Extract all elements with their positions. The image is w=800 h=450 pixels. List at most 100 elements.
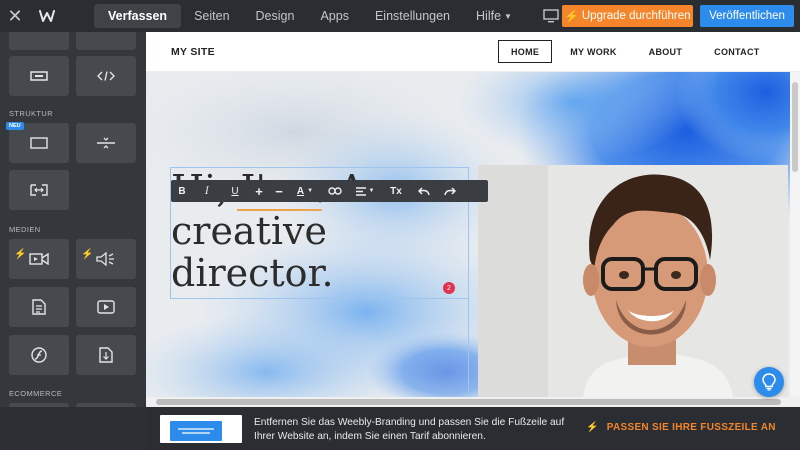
embed-code-element-tile[interactable] — [76, 56, 136, 96]
audio-icon — [96, 252, 114, 266]
publish-label: Veröffentlichen — [709, 10, 785, 22]
bolt-icon: ⚡ — [81, 249, 94, 260]
divider-icon — [97, 137, 115, 149]
tab-hilfe[interactable]: Hilfe ▼ — [463, 4, 525, 28]
button-element-tile[interactable] — [9, 56, 69, 96]
text-color-icon: A — [296, 185, 305, 197]
chevron-down-icon: ▼ — [504, 11, 512, 21]
site-nav-home[interactable]: HOME — [498, 40, 553, 63]
product-grid-element-tile[interactable] — [9, 403, 69, 407]
redo-button[interactable] — [437, 180, 463, 202]
site-nav-my-work[interactable]: MY WORK — [554, 40, 632, 63]
lightbulb-icon — [762, 373, 776, 391]
document-element-tile[interactable] — [9, 287, 69, 327]
bolt-icon: ⚡ — [564, 11, 579, 23]
clear-format-button[interactable]: Tx — [381, 180, 411, 202]
close-icon[interactable]: ✕ — [0, 0, 30, 32]
weebly-editor: ✕ Verfassen Seiten Design Apps Einstellu… — [0, 0, 800, 450]
youtube-element-tile[interactable] — [76, 287, 136, 327]
hero-section[interactable]: Hi, I'm . A creative director. 2 B I U +… — [146, 72, 800, 397]
section-icon — [30, 137, 48, 149]
monitor-icon — [543, 9, 559, 23]
chevron-down-icon: ▼ — [368, 188, 375, 194]
site-nav-about[interactable]: ABOUT — [633, 40, 699, 63]
flash-icon — [31, 347, 47, 363]
italic-button[interactable]: I — [193, 180, 221, 202]
file-download-element-tile[interactable] — [76, 335, 136, 375]
bolt-icon: ⚡ — [586, 422, 599, 433]
redo-icon — [444, 186, 456, 195]
customize-footer-label: PASSEN SIE IHRE FUSSZEILE AN — [606, 422, 776, 433]
product-list-element-tile[interactable] — [76, 403, 136, 407]
youtube-icon — [97, 300, 115, 314]
increase-size-button[interactable]: + — [249, 180, 269, 202]
notification-badge[interactable]: 2 — [443, 282, 455, 294]
link-icon — [328, 187, 342, 195]
tab-label: Seiten — [194, 9, 230, 23]
site-nav-contact[interactable]: CONTACT — [698, 40, 775, 63]
video-icon — [29, 253, 49, 265]
chevron-down-icon: ▼ — [307, 188, 314, 194]
element-tile[interactable] — [76, 32, 136, 50]
element-sidebar: STRUKTUR NEU MEDIEN ⚡ ⚡ ECOMMERCE — [0, 32, 146, 407]
tab-apps[interactable]: Apps — [307, 4, 362, 28]
publish-button[interactable]: Veröffentlichen — [700, 5, 794, 27]
underline-icon: U — [231, 185, 239, 197]
undo-button[interactable] — [411, 180, 437, 202]
bold-icon: B — [178, 185, 186, 197]
tab-label: Design — [255, 9, 295, 23]
section-label-struktur: STRUKTUR — [9, 109, 54, 118]
vertical-scroll-thumb[interactable] — [792, 82, 798, 172]
document-icon — [32, 299, 46, 315]
site-canvas: MY SITE HOME MY WORK ABOUT CONTACT creat… — [146, 32, 800, 407]
flash-element-tile[interactable] — [9, 335, 69, 375]
minus-icon: − — [275, 183, 283, 199]
align-button[interactable]: ▼ — [349, 180, 381, 202]
upgrade-button[interactable]: ⚡ Upgrade durchführen — [562, 5, 693, 27]
audio-element-tile[interactable]: ⚡ — [76, 239, 136, 279]
decrease-size-button[interactable]: − — [269, 180, 289, 202]
hero-line: creative — [171, 209, 327, 253]
link-button[interactable] — [321, 180, 349, 202]
tab-einstellungen[interactable]: Einstellungen — [362, 4, 463, 28]
button-icon — [30, 71, 48, 81]
section-label-ecommerce: ECOMMERCE — [9, 389, 63, 398]
tab-design[interactable]: Design — [243, 4, 308, 28]
spacer-icon — [30, 184, 48, 196]
site-title[interactable]: MY SITE — [171, 46, 215, 58]
branding-message: Entfernen Sie das Weebly-Branding und pa… — [254, 417, 565, 442]
plus-icon: + — [255, 183, 263, 199]
tab-label: Apps — [320, 9, 349, 23]
tab-label: Verfassen — [108, 9, 168, 23]
tab-verfassen[interactable]: Verfassen — [94, 4, 182, 28]
element-tile[interactable] — [9, 32, 69, 50]
italic-icon: I — [205, 185, 209, 197]
align-left-icon — [355, 186, 366, 196]
portrait-image[interactable] — [478, 165, 788, 397]
section-label-medien: MEDIEN — [9, 225, 41, 234]
upgrade-label: Upgrade durchführen — [581, 10, 691, 22]
customize-footer-link[interactable]: ⚡ PASSEN SIE IHRE FUSSZEILE AN — [586, 422, 776, 433]
horizontal-scroll-thumb[interactable] — [156, 399, 781, 405]
bold-button[interactable]: B — [171, 180, 193, 202]
divider-element-tile[interactable] — [76, 123, 136, 163]
tab-seiten[interactable]: Seiten — [181, 4, 242, 28]
help-tips-button[interactable] — [754, 367, 784, 397]
text-format-toolbar: B I U + − A ▼ ▼ Tx — [171, 180, 488, 202]
branding-banner: Entfernen Sie das Weebly-Branding und pa… — [146, 407, 800, 450]
weebly-logo-icon[interactable] — [30, 0, 64, 32]
hero-line: director. — [171, 251, 334, 295]
embed-code-icon — [97, 71, 115, 81]
top-bar: ✕ Verfassen Seiten Design Apps Einstellu… — [0, 0, 800, 32]
text-color-button[interactable]: A ▼ — [289, 180, 321, 202]
underline-button[interactable]: U — [221, 180, 249, 202]
clear-format-icon: Tx — [390, 185, 402, 197]
video-element-tile[interactable]: ⚡ — [9, 239, 69, 279]
spellcheck-underline — [237, 209, 322, 211]
portrait-illustration — [478, 165, 788, 397]
spacer-element-tile[interactable] — [9, 170, 69, 210]
main-nav: Verfassen Seiten Design Apps Einstellung… — [94, 0, 568, 32]
undo-icon — [418, 186, 430, 195]
footer-preview-graphic — [170, 421, 222, 441]
tab-label: Einstellungen — [374, 9, 451, 23]
